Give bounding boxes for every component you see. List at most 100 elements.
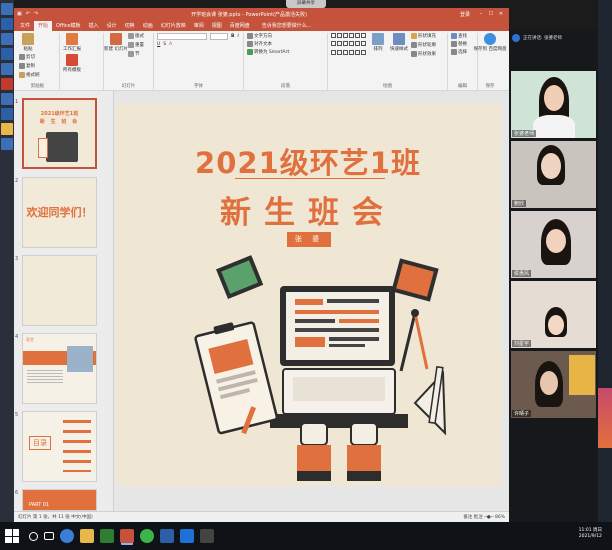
minimize-icon[interactable]: – [476,11,486,17]
slide-number: 4 [15,334,19,340]
tab-review[interactable]: 审阅 [190,21,208,31]
template-group: 工作汇报 所有模板 [60,33,104,90]
quick-styles-button[interactable]: 快速样式 [390,33,408,57]
tab-home[interactable]: 开始 [34,21,53,31]
comments-button[interactable]: 批注 [474,515,483,520]
undo-icon[interactable]: ↶ [26,11,30,17]
save-to-baidu-button[interactable]: 保存到 百度网盘 [474,33,506,52]
replace-button[interactable]: 替换 [451,41,467,47]
participant-tile[interactable]: 侯惠风 [511,211,596,278]
wechat-icon[interactable] [140,529,154,543]
find-button[interactable]: 查找 [451,33,467,39]
participant-name: 刘星宇 [512,340,532,347]
tab-view[interactable]: 视图 [208,21,226,31]
section-button[interactable]: 节 [128,51,144,57]
tab-file[interactable]: 文件 [16,21,34,31]
search-icon[interactable] [29,531,38,541]
smartart-button[interactable]: 转换为 SmartArt [247,49,289,55]
zoom-slider[interactable]: ─●─ [484,515,493,520]
shapes-gallery[interactable] [331,33,366,57]
tab-office-templates[interactable]: Office模板 [52,21,85,31]
close-icon[interactable]: ✕ [496,11,506,17]
font-name-select[interactable] [157,33,207,40]
wallpaper-graphic [598,388,612,448]
work-report-button[interactable]: 工作汇报 [63,33,81,52]
text-direction-button[interactable]: 文字方向 [247,33,289,39]
reset-button[interactable]: 重置 [128,42,144,48]
shape-outline-button[interactable]: 形状轮廓 [411,42,436,48]
participant-face [548,315,564,335]
slide-thumbnail-panel[interactable]: 1 2021级环艺1班 新 生 班 会 2 欢迎同学们！ 3 4 导言 5 目录… [14,91,114,511]
paste-button[interactable]: 粘贴 [19,33,37,52]
slide-thumbnail-2[interactable]: 欢迎同学们！ [22,177,97,248]
word-file-icon[interactable] [1,33,13,45]
tab-animations[interactable]: 动画 [139,21,157,31]
font-color-button[interactable]: A [169,42,172,47]
word-file-icon[interactable] [1,138,13,150]
title-bar: ▣ ↶ ↷ 开学班会课 张婆.pptx - PowerPoint(产品激活失败)… [14,8,509,20]
copy-button[interactable]: 复制 [19,63,40,69]
text-direction-icon [247,33,253,39]
word-file-icon[interactable] [1,93,13,105]
save-icon[interactable]: ▣ [17,11,22,17]
pdf-file-icon[interactable] [1,78,13,90]
align-text-button[interactable]: 对齐文本 [247,41,289,47]
meeting-taskbar-icon[interactable] [180,529,194,543]
app-icon[interactable] [100,529,114,543]
word-file-icon[interactable] [1,48,13,60]
system-clock[interactable]: 11:01 周日 2021/9/12 [579,528,602,540]
slide-thumbnail-6[interactable]: PART 01 [22,489,97,511]
sign-in-link[interactable]: 登录 [460,11,470,18]
word-file-icon[interactable] [1,63,13,75]
slide-thumbnail-3[interactable] [22,255,97,326]
participant-tile[interactable]: 张婆老师 [511,71,596,138]
bold-button[interactable]: B [231,33,234,40]
cut-button[interactable]: 剪切 [19,54,40,60]
arrange-button[interactable]: 排列 [369,33,387,57]
tab-insert[interactable]: 插入 [85,21,103,31]
windows-start-icon[interactable] [5,529,19,543]
slide-thumbnail-4[interactable]: 导言 [22,333,97,404]
tell-me-search[interactable]: 告诉我您想要做什么... [258,21,316,31]
italic-button[interactable]: I [237,33,238,40]
maximize-icon[interactable]: ☐ [486,11,496,17]
slide-thumbnail-1[interactable]: 2021级环艺1班 新 生 班 会 [22,98,97,169]
tab-transitions[interactable]: 切换 [121,21,139,31]
notes-button[interactable]: 备注 [463,515,472,520]
format-painter-button[interactable]: 格式刷 [19,72,40,78]
meeting-logo-icon [512,33,520,42]
layout-button[interactable]: 版式 [128,33,144,39]
group-label [63,89,100,90]
file-explorer-icon[interactable] [80,529,94,543]
underline-button[interactable]: U [157,42,160,47]
app-icon[interactable] [200,529,214,543]
strikethrough-button[interactable]: S [163,42,166,47]
group-label: 幻灯片 [121,84,136,89]
view-controls: 备注 批注 ─●─ 86% [463,514,505,520]
zoom-level[interactable]: 86% [495,515,505,520]
new-slide-button[interactable]: 新建 幻灯片 [104,33,128,57]
word-file-icon[interactable] [1,18,13,30]
shape-effects-button[interactable]: 形状效果 [411,51,436,57]
tab-design[interactable]: 设计 [103,21,121,31]
all-templates-button[interactable]: 所有模板 [63,54,81,73]
shape-fill-button[interactable]: 形状填充 [411,33,436,39]
word-file-icon[interactable] [1,108,13,120]
participant-tile[interactable]: 许晴子 [511,351,596,418]
participant-face [541,153,561,179]
participant-tile[interactable]: 刘星宇 [511,281,596,348]
tab-slideshow[interactable]: 幻灯片放映 [157,21,190,31]
word-file-icon[interactable] [1,3,13,15]
word-taskbar-icon[interactable] [160,529,174,543]
task-view-icon[interactable] [44,532,54,540]
font-size-select[interactable] [210,33,228,40]
folder-icon[interactable] [1,123,13,135]
browser-icon[interactable] [60,529,74,543]
participant-tile[interactable]: 鲍欣 [511,141,596,208]
select-button[interactable]: 选择 [451,49,467,55]
slide-thumbnail-5[interactable]: 目录 [22,411,97,482]
tab-baidu-pan[interactable]: 百度网盘 [226,21,254,31]
slide-canvas[interactable]: 2021级环艺1班 新生班会 张 婆 [115,103,501,486]
thumbnail-title: 2021级环艺1班 [40,111,79,117]
powerpoint-taskbar-icon[interactable] [120,529,134,543]
